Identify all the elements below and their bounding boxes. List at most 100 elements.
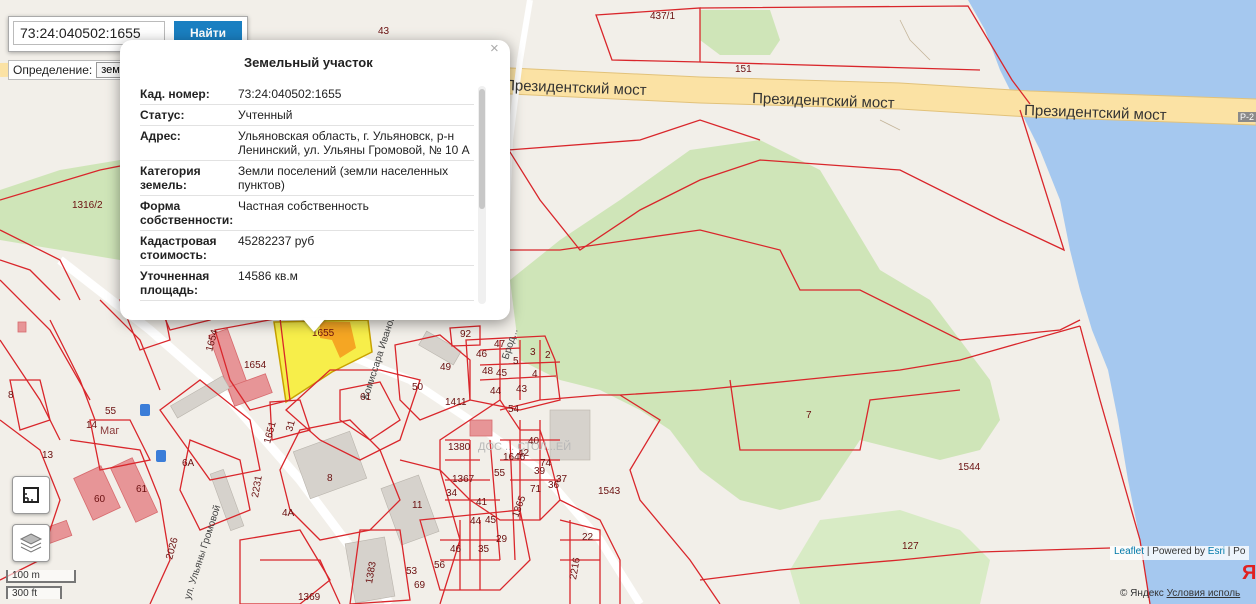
attribute-value: 73:24:040502:1655 (238, 87, 342, 101)
terms-link[interactable]: Условия исполь (1167, 588, 1241, 599)
plot-number: 35 (478, 544, 490, 555)
plot-number: 61 (360, 392, 372, 403)
attribute-value: Ульяновская область, г. Ульяновск, р-н Л… (238, 129, 470, 157)
plot-number: 437/1 (650, 11, 675, 22)
attribute-row: Уточненная площадь: 14586 кв.м (140, 266, 474, 301)
plot-number: 1544 (958, 462, 981, 473)
plot-number: 45 (485, 515, 497, 526)
attribute-value: Земли поселений (земли населенных пункто… (238, 164, 449, 192)
plot-number: 1380 (448, 442, 471, 453)
plot-number: 1369 (298, 592, 321, 603)
popup-title: Земельный участок (244, 55, 373, 70)
plot-number: 7 (806, 410, 812, 421)
plot-number: 54 (508, 404, 520, 415)
plot-number: 69 (414, 580, 426, 591)
plot-number: 8 (8, 390, 14, 401)
plot-number: 8 (327, 473, 333, 484)
plot-number: 43 (378, 26, 390, 37)
yandex-copyright: © Яндекс Условия исполь (1120, 588, 1240, 599)
plot-number: 4А (282, 508, 295, 519)
scale-bar: 100 m 300 ft (6, 570, 76, 602)
plot-number: 1654 (244, 360, 267, 371)
attribute-key: Кадастровая стоимость: (140, 234, 217, 262)
plot-number: 37 (556, 474, 568, 485)
leaflet-link[interactable]: Leaflet (1114, 546, 1144, 557)
attribute-key: Адрес: (140, 129, 181, 143)
attribute-value: 14586 кв.м (238, 269, 298, 283)
attribute-key: Статус: (140, 108, 185, 122)
plot-number: 47 (494, 339, 506, 350)
plot-number: 49 (440, 362, 452, 373)
parcel-attributes-table: Кад. номер: 73:24:040502:1655 Статус: Уч… (140, 84, 474, 304)
plot-number: 44 (470, 516, 482, 527)
plot-number: 56 (434, 560, 446, 571)
layers-icon (19, 533, 43, 553)
yandex-copyright-text: © Яндекс (1120, 588, 1164, 599)
definition-label: Определение: (13, 63, 93, 77)
plot-number: 55 (105, 406, 117, 417)
attribute-row: Категория земель: Земли поселений (земли… (140, 161, 474, 196)
plot-number: 3 (530, 347, 536, 358)
map-attribution: Leaflet | Powered by Esri | Po (1110, 546, 1250, 560)
plot-number: 46 (476, 349, 488, 360)
yandex-logo: Я (1242, 562, 1256, 584)
plot-number: 22 (582, 532, 594, 543)
layers-button[interactable] (12, 524, 50, 562)
route-sign: Р-2 (1238, 112, 1256, 122)
ruler-icon (23, 487, 39, 503)
attribute-row: Адрес: Ульяновская область, г. Ульяновск… (140, 126, 474, 161)
plot-number: 1543 (598, 486, 621, 497)
popup-scrollbar-thumb[interactable] (479, 89, 485, 209)
plot-number: 151 (735, 64, 752, 75)
scale-metric-label: 100 m (12, 570, 40, 581)
forest-area-north (700, 10, 780, 55)
scale-bar-imperial: 300 ft (6, 586, 62, 599)
plot-number: 34 (446, 488, 458, 499)
attribute-key: Уточненная площадь: (140, 269, 210, 297)
plot-number: 1411 (445, 397, 467, 408)
plot-number: 44 (490, 386, 502, 397)
plot-number: 6А (182, 458, 195, 469)
attribute-value: 45282237 руб (238, 234, 315, 248)
plot-number: 45 (496, 368, 508, 379)
plot-number: 127 (902, 541, 919, 552)
powered-by-text: | Powered by (1146, 546, 1205, 557)
plot-number: 50 (412, 382, 424, 393)
plot-number: 48 (482, 366, 494, 377)
attribution-extra: | Po (1227, 546, 1246, 557)
attribute-row: Форма собственности: Частная собственнос… (140, 196, 474, 231)
plot-number: 39 (534, 466, 546, 477)
plot-number: 92 (460, 329, 472, 340)
plot-number: 71 (530, 484, 542, 495)
attribute-key: Форма собственности: (140, 199, 234, 227)
attribute-key: Кад. номер: (140, 87, 210, 101)
popup-tip (302, 318, 326, 332)
scale-imperial-label: 300 ft (12, 588, 38, 599)
attribute-key: Категория земель: (140, 164, 201, 192)
popup-scrollbar[interactable] (478, 86, 486, 304)
plot-number: 1367 (452, 474, 475, 485)
close-icon[interactable]: × (490, 40, 499, 57)
plot-number: 29 (496, 534, 508, 545)
attribute-row: Кад. номер: 73:24:040502:1655 (140, 84, 474, 105)
poi-label: Маг (100, 425, 119, 437)
plot-number: 1316/2 (72, 200, 103, 211)
plot-number: 14 (86, 420, 98, 431)
attribute-row: Кадастровая стоимость: 45282237 руб (140, 231, 474, 266)
attribute-value: Учтенный (238, 108, 293, 122)
scale-bar-metric: 100 m (6, 570, 76, 583)
plot-number: 41 (476, 497, 488, 508)
attribute-row: Статус: Учтенный (140, 105, 474, 126)
plot-number: 61 (136, 484, 148, 495)
plot-number: 43 (516, 384, 528, 395)
plot-number: 2 (545, 350, 551, 361)
plot-number: 11 (412, 500, 423, 511)
plot-number: 53 (406, 566, 418, 577)
esri-link[interactable]: Esri (1208, 546, 1225, 557)
ruler-button[interactable] (12, 476, 50, 514)
poi-label: ДОС ... СТОЛ...ЕЙ (478, 440, 571, 453)
plot-number: 5 (513, 356, 519, 367)
plot-number: 46 (450, 544, 462, 555)
attribute-value: Частная собственность (238, 199, 369, 213)
plot-number: 60 (94, 494, 106, 505)
